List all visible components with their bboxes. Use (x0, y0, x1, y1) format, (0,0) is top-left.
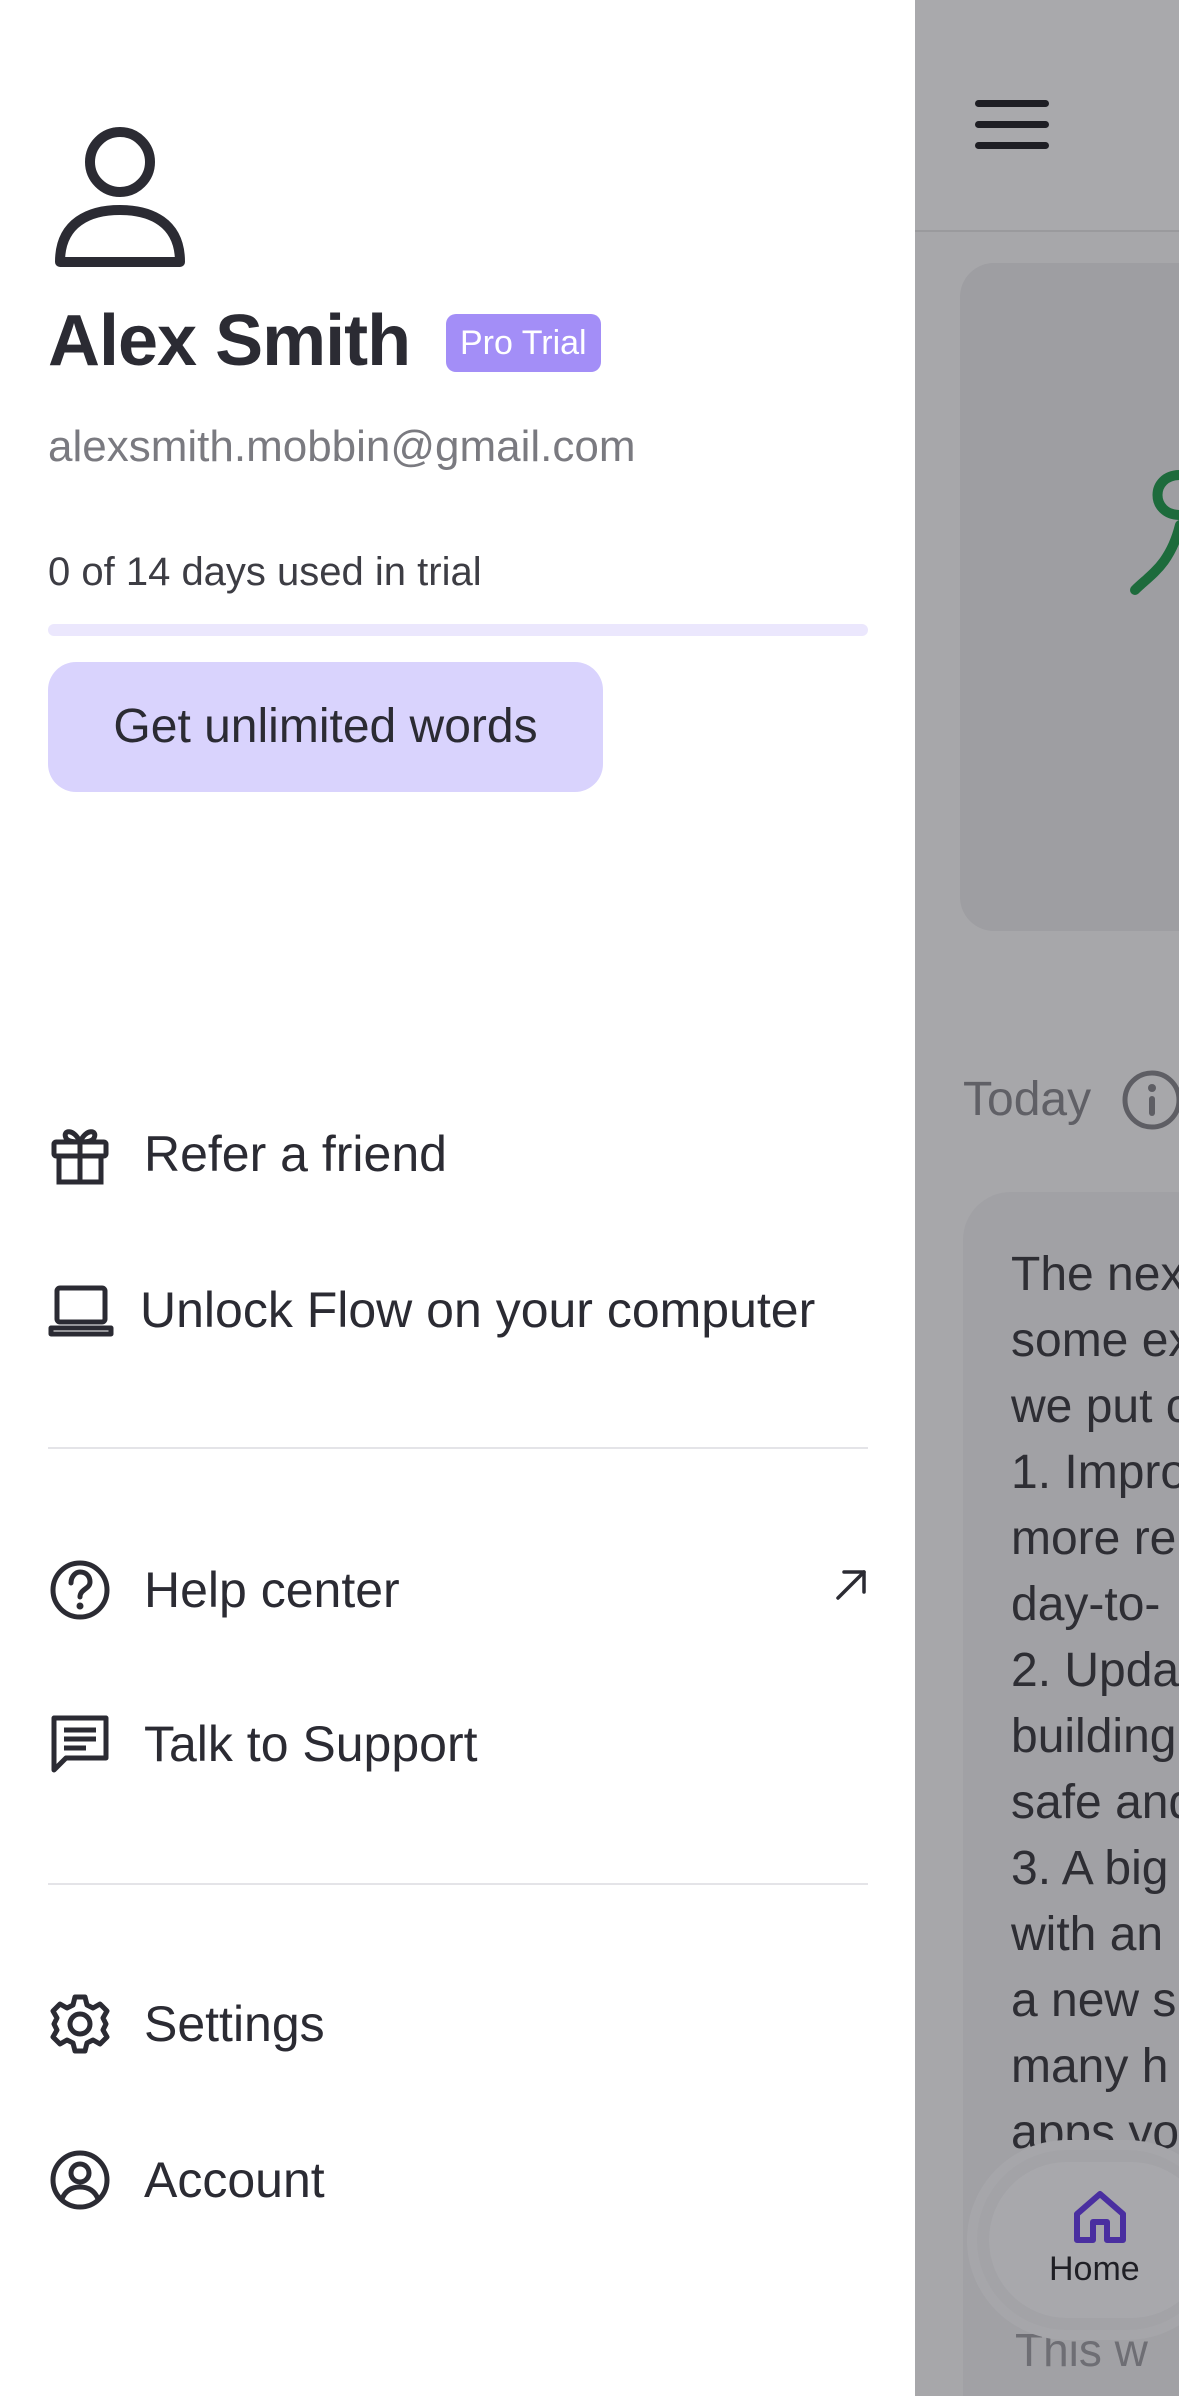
tab-home-label: Home (1049, 2250, 1140, 2288)
menu-item-refer-friend[interactable]: Refer a friend (48, 1104, 868, 1204)
transcript-line: 2. Upda (1011, 1644, 1179, 1697)
transcript-line: day-to- (1011, 1578, 1161, 1631)
transcript-line: building (1011, 1710, 1177, 1763)
side-drawer: Alex Smith Pro Trial alexsmith.mobbin@gm… (0, 0, 915, 2396)
divider (48, 1883, 868, 1885)
transcript-line: The nex (1011, 1248, 1179, 1301)
message-icon (48, 1708, 120, 1780)
transcript-line: safe and (1011, 1776, 1179, 1829)
transcript-line: many h (1011, 2040, 1169, 2093)
help-circle-icon (48, 1554, 120, 1626)
transcript-line: 3. A big (1011, 1842, 1169, 1895)
gear-icon (48, 1988, 120, 2060)
menu-icon[interactable] (975, 98, 1051, 152)
transcript-line: a new s (1011, 1974, 1177, 2027)
menu-item-label: Account (144, 2152, 325, 2208)
trial-status: 0 of 14 days used in trial (48, 550, 482, 594)
menu-item-label: Unlock Flow on your computer (140, 1282, 816, 1338)
transcript-line: more re (1011, 1512, 1177, 1565)
menu-item-settings[interactable]: Settings (48, 1974, 868, 2074)
menu-item-label: Talk to Support (144, 1716, 478, 1772)
get-unlimited-words-button[interactable]: Get unlimited words (48, 662, 603, 792)
account-circle-icon (48, 2144, 120, 2216)
menu-item-label: Help center (144, 1562, 400, 1618)
menu-item-account[interactable]: Account (48, 2130, 868, 2230)
today-label: Today (963, 1073, 1092, 1126)
transcript-line: we put c (1011, 1380, 1179, 1433)
plan-badge: Pro Trial (446, 314, 601, 372)
external-arrow-icon (836, 1570, 866, 1600)
background-app[interactable]: Today The nex some ex we put c 1. Impro … (915, 0, 1179, 2396)
laptop-icon (48, 1274, 120, 1346)
user-name: Alex Smith (48, 301, 411, 381)
divider (48, 1447, 868, 1449)
transcript-line: with an (1011, 1908, 1164, 1961)
menu-item-unlock-flow[interactable]: Unlock Flow on your computer (48, 1260, 868, 1360)
transcript-line: some ex (1011, 1314, 1179, 1367)
menu-item-help-center[interactable]: Help center (48, 1540, 868, 1640)
flow-logo-icon (1130, 470, 1179, 595)
gift-icon (48, 1118, 120, 1190)
trial-progress-bar (48, 624, 868, 636)
home-icon (1074, 2191, 1126, 2243)
menu-item-talk-to-support[interactable]: Talk to Support (48, 1694, 868, 1794)
menu-item-label: Settings (144, 1996, 325, 2052)
menu-item-label: Refer a friend (144, 1126, 447, 1182)
transcript-line: 1. Impro (1011, 1446, 1179, 1499)
user-avatar-icon (55, 127, 185, 267)
info-icon[interactable] (1120, 1068, 1179, 1132)
user-email: alexsmith.mobbin@gmail.com (48, 422, 636, 471)
